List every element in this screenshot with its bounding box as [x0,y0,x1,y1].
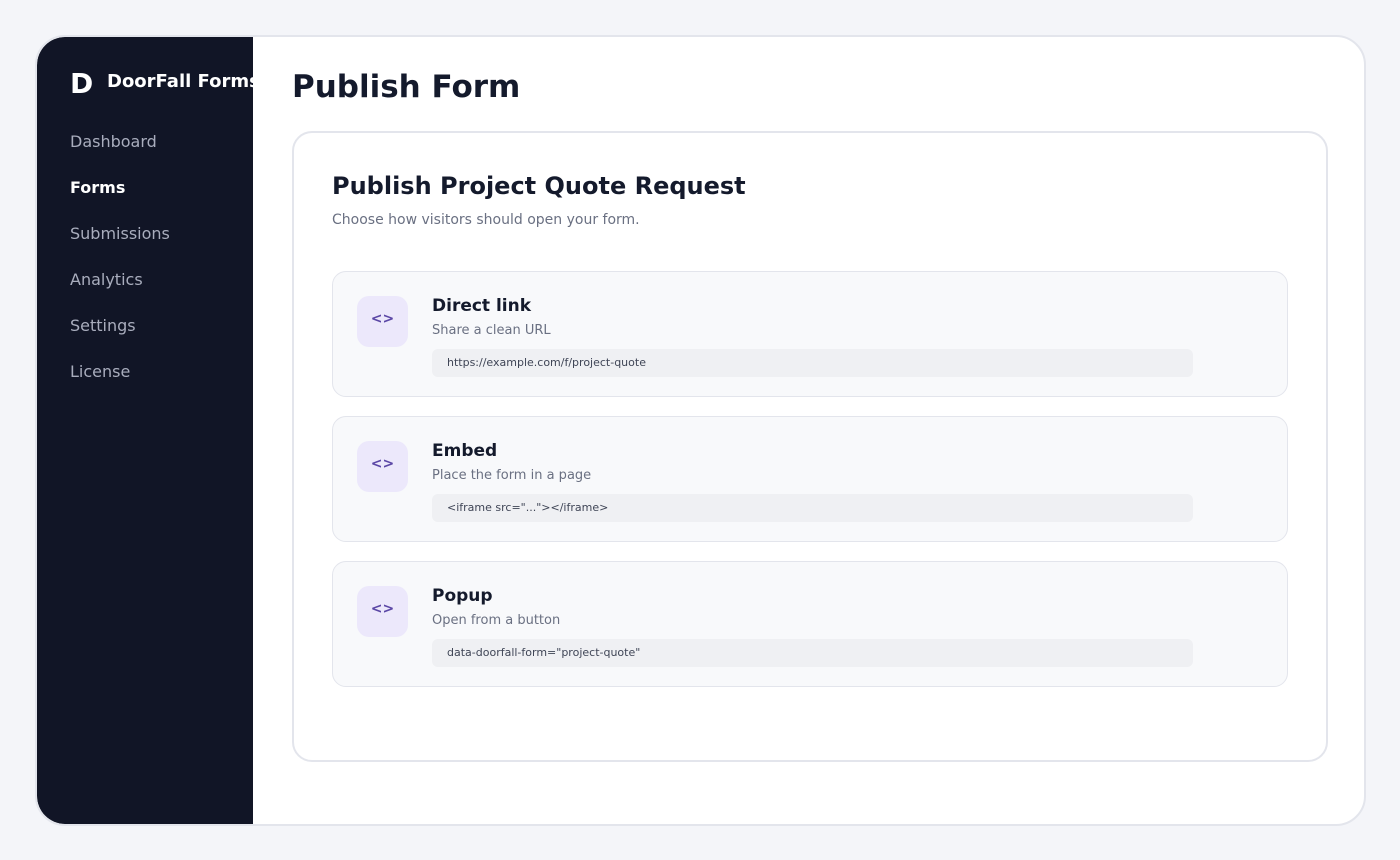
option-description: Open from a button [432,613,561,628]
option-embed[interactable]: <> Embed Place the form in a page <ifram… [332,416,1288,542]
option-popup[interactable]: <> Popup Open from a button data-doorfal… [332,561,1288,687]
direct-link-code-field[interactable]: https://example.com/f/project-quote [432,349,1193,377]
option-title: Popup [432,586,493,606]
option-title: Embed [432,441,498,461]
sidebar-nav: Dashboard Forms Submissions Analytics Se… [70,130,170,406]
card-subtitle: Choose how visitors should open your for… [332,212,640,228]
sidebar-item-settings[interactable]: Settings [70,314,170,360]
main-content: Publish Form Publish Project Quote Reque… [253,37,1364,824]
sidebar: D DoorFall Forms Dashboard Forms Submiss… [37,37,253,824]
option-title: Direct link [432,296,532,316]
sidebar-item-analytics[interactable]: Analytics [70,268,170,314]
code-icon: <> [357,441,408,492]
publish-card: Publish Project Quote Request Choose how… [292,131,1328,762]
brand-logo: D [70,67,94,100]
option-description: Share a clean URL [432,323,551,338]
popup-code-field[interactable]: data-doorfall-form="project-quote" [432,639,1193,667]
option-description: Place the form in a page [432,468,592,483]
sidebar-item-forms[interactable]: Forms [70,176,170,222]
sidebar-item-license[interactable]: License [70,360,170,406]
page-title: Publish Form [292,69,521,105]
embed-code-field[interactable]: <iframe src="..."></iframe> [432,494,1193,522]
brand-name: DoorFall Forms [107,71,253,92]
code-icon: <> [357,586,408,637]
card-title: Publish Project Quote Request [332,172,746,200]
brand[interactable]: D DoorFall Forms [70,69,253,99]
sidebar-item-submissions[interactable]: Submissions [70,222,170,268]
option-direct-link[interactable]: <> Direct link Share a clean URL https:/… [332,271,1288,397]
sidebar-item-dashboard[interactable]: Dashboard [70,130,170,176]
code-icon: <> [357,296,408,347]
app-window: D DoorFall Forms Dashboard Forms Submiss… [35,35,1366,826]
